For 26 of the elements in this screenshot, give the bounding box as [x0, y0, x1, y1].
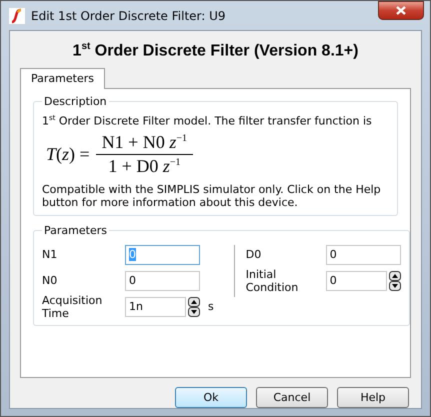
input-field[interactable]: 0: [326, 244, 401, 265]
app-logo-icon: [9, 8, 25, 24]
dialog-button[interactable]: Ok: [175, 387, 247, 408]
dialog-heading: 1$^{st}$ Order Discrete Filter (Version 8.1+): [72, 41, 360, 60]
field-label: N1: [42, 248, 58, 262]
tab[interactable]: Parameters: [20, 68, 105, 90]
field-label: N0: [42, 274, 58, 288]
close-button[interactable]: [378, 1, 424, 20]
window-title: Edit 1st Order Discrete Filter: U9: [31, 8, 227, 22]
spinner-icon[interactable]: [188, 296, 200, 317]
transfer-function-formula: T(z) = N1 + N0 z$^{−1}$ 1 + D0 z$^{−1}$: [46, 132, 389, 177]
dialog-button[interactable]: Help: [337, 387, 409, 408]
unit-label: s: [208, 300, 214, 314]
description-text: Compatible with the SIMPLIS simulator only. Click on the Help button for more information about this device.: [42, 182, 382, 209]
group-title: Description: [43, 95, 108, 108]
input-field[interactable]: 0: [326, 270, 387, 291]
field-label: D0: [246, 248, 262, 262]
close-icon: [396, 6, 406, 15]
group-title: Parameters: [43, 224, 108, 237]
field-label: Initial Condition: [246, 268, 300, 294]
dialog-button[interactable]: Cancel: [256, 387, 328, 408]
description-text: 1$^{st}$ Order Discrete Filter model. The filter transfer function is: [42, 114, 373, 128]
input-field[interactable]: 0: [125, 270, 200, 291]
input-field[interactable]: 1n: [125, 296, 186, 317]
spinner-icon[interactable]: [388, 270, 401, 291]
field-label: Acquisition Time: [42, 294, 104, 320]
